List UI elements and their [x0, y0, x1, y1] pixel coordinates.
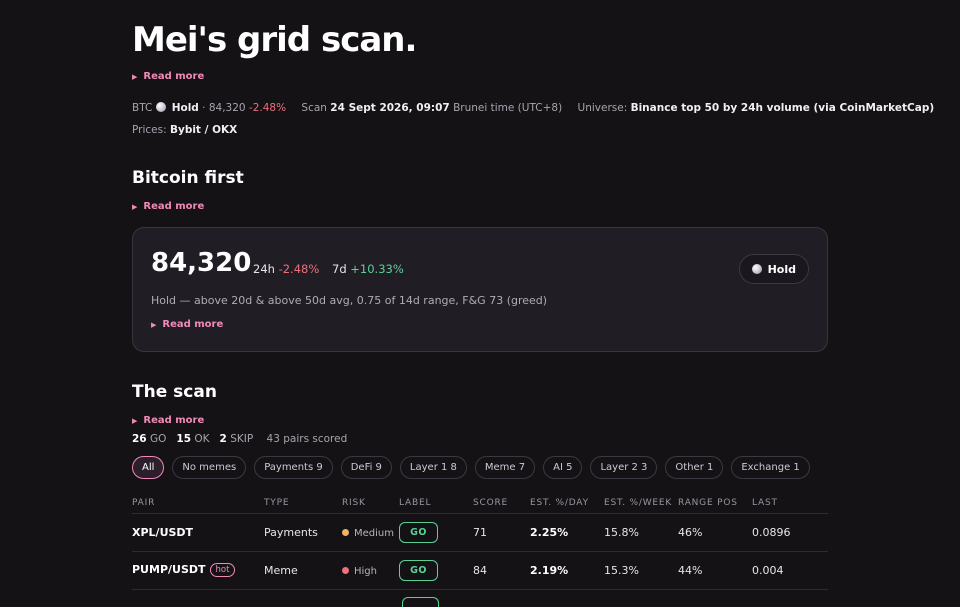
label-cell: GO [399, 513, 473, 552]
risk-cell: Medium [342, 513, 399, 552]
go-badge: GO [399, 559, 438, 581]
scan-table: PAIR TYPE RISK LABEL SCORE EST. %/DAY ES… [132, 494, 828, 590]
type-cell: Payments [264, 513, 342, 552]
type-cell: Meme [264, 551, 342, 590]
white-dot-icon [751, 264, 762, 274]
column-header-pair[interactable]: PAIR [132, 494, 264, 514]
pair-cell: XPL/USDT [132, 513, 264, 552]
page-title: Mei's grid scan. [132, 20, 417, 60]
read-more-label: Read more [143, 201, 205, 212]
btc-price-large: 84,320 [151, 248, 252, 278]
est-day-cell: 2.25% [530, 513, 604, 552]
triangle-right-icon: ▶ [132, 72, 138, 81]
score-cell: 84 [473, 551, 530, 590]
est-day-cell: 2.19% [530, 551, 604, 590]
scan-meta-line: BTC Hold · 84,320 -2.48% Scan 24 Sept 20… [132, 102, 935, 114]
column-header-label[interactable]: LABEL [399, 494, 473, 514]
filter-chip-all[interactable]: All [132, 456, 165, 479]
filter-chip-no-memes[interactable]: No memes [172, 456, 247, 479]
filter-chip-layer-1[interactable]: Layer 1 8 [399, 456, 467, 479]
white-dot-icon [156, 102, 167, 112]
filter-chip-meme[interactable]: Meme 7 [474, 456, 536, 479]
read-more-scan[interactable]: ▶ Read more [132, 415, 204, 426]
filter-chip-layer-2[interactable]: Layer 2 3 [590, 456, 658, 479]
btc-change-24h: 24h -2.48% [253, 262, 320, 276]
range-pos-cell: 44% [678, 551, 752, 590]
last-price-cell: 0.004 [752, 551, 828, 590]
universe-value: Binance top 50 by 24h volume (via CoinMa… [630, 102, 935, 114]
skip-count: 2 [219, 433, 227, 445]
column-header-score[interactable]: SCORE [473, 494, 530, 514]
triangle-right-icon: ▶ [132, 202, 138, 211]
btc-change: -2.48% [248, 102, 287, 114]
last-price-cell: 0.0896 [752, 513, 828, 552]
label-cell: GO [399, 551, 473, 590]
triangle-right-icon: ▶ [151, 320, 157, 329]
pair-cell: PUMP/USDT hot [132, 551, 264, 590]
column-header-type[interactable]: TYPE [264, 494, 342, 514]
btc-change-7d: 7d +10.33% [332, 262, 404, 276]
read-more-label: Read more [143, 415, 205, 426]
column-header-est-week[interactable]: EST. %/WEEK [604, 494, 678, 514]
est-week-cell: 15.3% [604, 551, 678, 590]
btc-price: · 84,320 [202, 102, 246, 114]
btc-description: Hold — above 20d & above 50d avg, 0.75 o… [151, 294, 548, 307]
column-header-last[interactable]: LAST [752, 494, 828, 514]
btc-signal-badge[interactable]: Hold [738, 254, 809, 284]
scan-heading: The scan [132, 382, 217, 402]
range-pos-cell: 46% [678, 513, 752, 552]
ok-count: 15 [176, 433, 192, 445]
read-more-bitcoin[interactable]: ▶ Read more [132, 201, 204, 212]
bitcoin-card: 84,320 24h -2.48% 7d +10.33% Hold — abov… [132, 227, 828, 352]
scan-counts: 26 GO 15 OK 2 SKIP 43 pairs scored [132, 433, 348, 445]
prices-meta-line: Prices: Bybit / OKX [132, 124, 238, 136]
filter-chip-defi[interactable]: DeFi 9 [340, 456, 392, 479]
filter-chips: All No memes Payments 9 DeFi 9 Layer 1 8… [132, 456, 810, 479]
read-more-label: Read more [162, 319, 224, 330]
read-more-btc-card[interactable]: ▶ Read more [151, 319, 223, 330]
risk-cell: High [342, 551, 399, 590]
column-header-est-day[interactable]: EST. %/DAY [530, 494, 604, 514]
go-badge-partial [402, 597, 439, 607]
filter-chip-other[interactable]: Other 1 [665, 456, 724, 479]
prices-source: Bybit / OKX [169, 124, 238, 136]
go-badge: GO [399, 521, 438, 543]
go-count: 26 [132, 433, 147, 445]
est-week-cell: 15.8% [604, 513, 678, 552]
filter-chip-payments[interactable]: Payments 9 [254, 456, 333, 479]
risk-dot-icon [342, 528, 349, 536]
column-header-risk[interactable]: RISK [342, 494, 399, 514]
bitcoin-heading: Bitcoin first [132, 168, 244, 188]
btc-signal: Hold [171, 102, 199, 114]
risk-dot-icon [342, 566, 349, 574]
scan-time: 24 Sept 2026, 09:07 [330, 102, 450, 114]
pairs-scored: 43 pairs scored [266, 433, 348, 445]
read-more-label: Read more [143, 71, 205, 82]
table-row[interactable]: PUMP/USDT hot Meme High GO 84 2.19% 15.3%… [132, 551, 828, 590]
table-row[interactable]: XPL/USDT Payments Medium GO 71 2.25% 15.… [132, 513, 828, 552]
read-more-intro[interactable]: ▶ Read more [132, 71, 204, 82]
column-header-range-pos[interactable]: RANGE POS [678, 494, 752, 514]
filter-chip-exchange[interactable]: Exchange 1 [731, 456, 810, 479]
table-header-row: PAIR TYPE RISK LABEL SCORE EST. %/DAY ES… [132, 494, 828, 514]
triangle-right-icon: ▶ [132, 416, 138, 425]
hot-badge: hot [209, 563, 236, 577]
scan-timezone: Brunei time (UTC+8) [453, 102, 563, 114]
score-cell: 71 [473, 513, 530, 552]
filter-chip-ai[interactable]: AI 5 [543, 456, 583, 479]
